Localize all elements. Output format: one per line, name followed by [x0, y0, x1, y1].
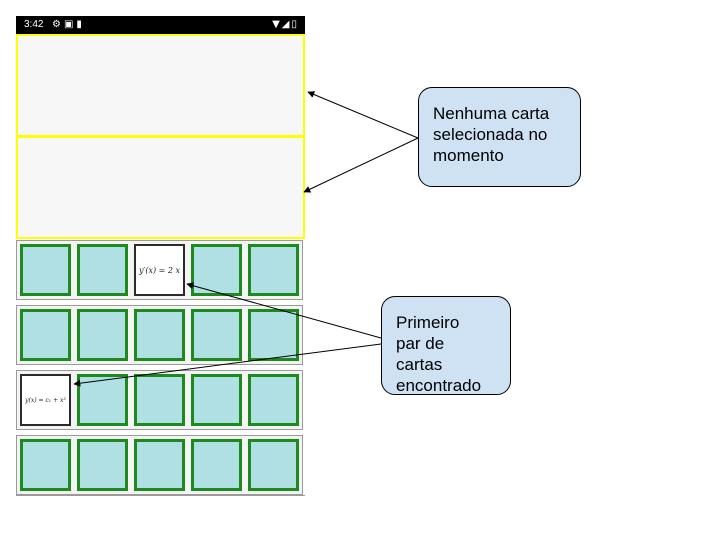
arrow-to-slot-2: [303, 137, 419, 193]
arrow-to-card-bottom: [73, 343, 382, 387]
annotation-arrows: [73, 91, 419, 387]
arrow-to-card-top: [186, 282, 382, 339]
arrow-to-slot-1: [307, 91, 419, 139]
